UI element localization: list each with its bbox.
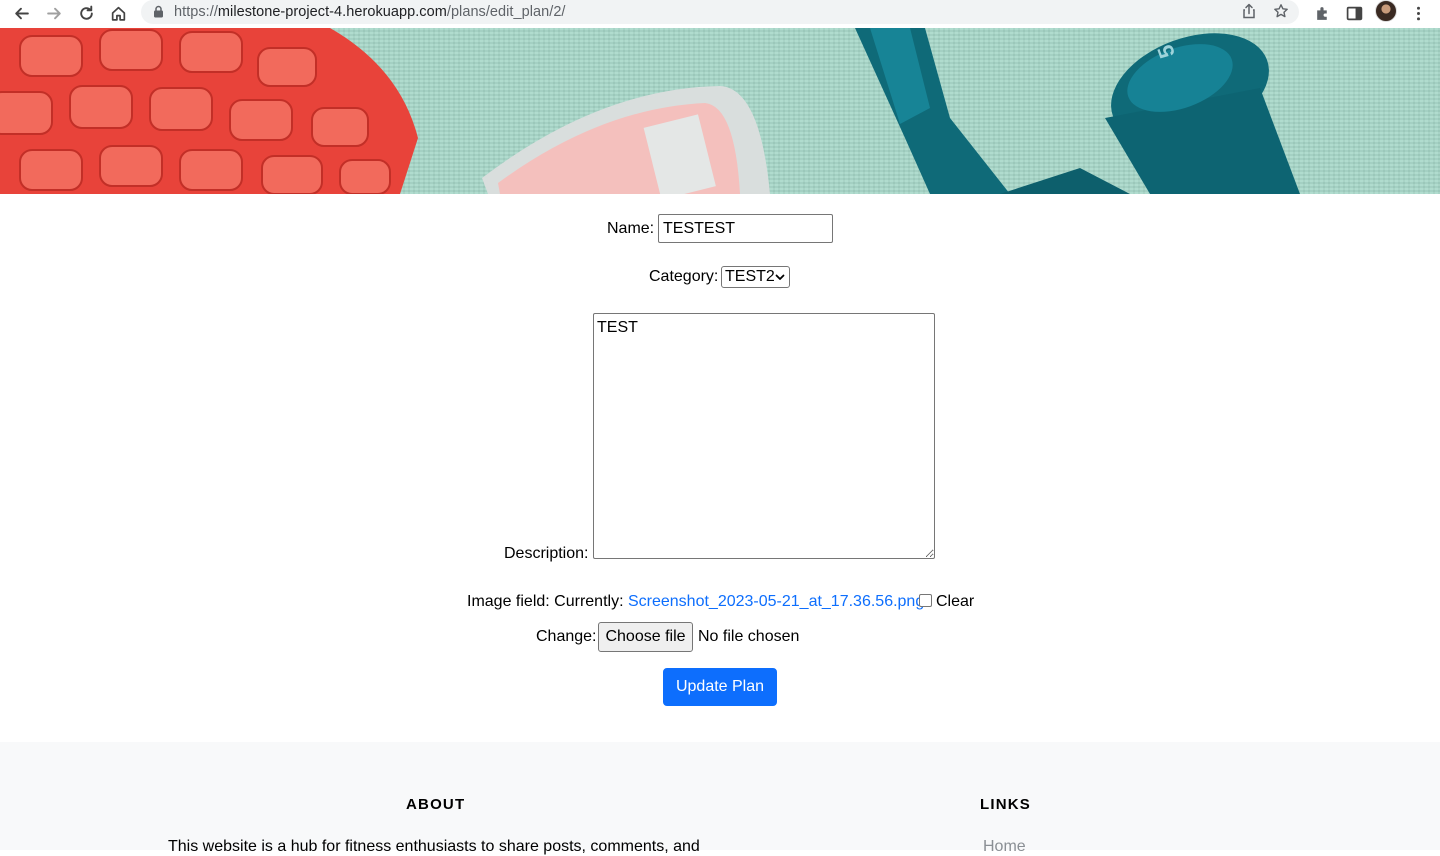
profile-avatar[interactable] — [1375, 0, 1397, 22]
choose-file-button[interactable]: Choose file — [598, 622, 693, 652]
image-field-row: Image field: Currently: Screenshot_2023-… — [467, 592, 924, 612]
footer-about-heading: ABOUT — [406, 796, 466, 813]
update-plan-button[interactable]: Update Plan — [663, 668, 777, 706]
reload-icon[interactable] — [75, 2, 97, 24]
share-icon[interactable] — [1241, 3, 1259, 21]
lock-icon — [154, 5, 163, 18]
category-selected-value: TEST2 — [725, 268, 775, 285]
bookmark-star-icon[interactable] — [1273, 3, 1291, 21]
footer-links-heading: LINKS — [980, 796, 1031, 813]
home-icon[interactable] — [107, 2, 129, 24]
clear-label: Clear — [936, 593, 975, 610]
back-arrow-icon[interactable] — [10, 2, 32, 24]
name-label: Name: — [607, 220, 655, 237]
ankle-weight-icon — [482, 86, 770, 194]
address-bar[interactable]: https://milestone-project-4.herokuapp.co… — [141, 0, 1299, 24]
footer-about-text: This website is a hub for fitness enthus… — [168, 838, 700, 855]
more-menu-icon[interactable] — [1407, 2, 1429, 24]
category-label: Category: — [649, 268, 719, 285]
currently-label: Currently: — [554, 593, 624, 610]
foam-roller-icon — [0, 28, 418, 194]
current-image-link[interactable]: Screenshot_2023-05-21_at_17.36.56.png — [628, 593, 924, 610]
image-field-label: Image field: — [467, 593, 550, 610]
extensions-puzzle-icon[interactable] — [1311, 2, 1333, 24]
side-panel-icon[interactable] — [1343, 2, 1365, 24]
forward-arrow-icon[interactable] — [43, 2, 65, 24]
url-text: https://milestone-project-4.herokuapp.co… — [174, 4, 566, 20]
description-label: Description: — [504, 545, 589, 562]
footer-link-home[interactable]: Home — [983, 838, 1026, 856]
site-footer: ABOUT This website is a hub for fitness … — [0, 742, 1440, 855]
chevron-down-icon — [775, 274, 785, 280]
browser-toolbar: https://milestone-project-4.herokuapp.co… — [0, 0, 1440, 28]
name-input[interactable] — [658, 214, 833, 243]
description-textarea[interactable]: TEST — [593, 313, 935, 559]
dumbbell-icon: 5 — [855, 28, 1300, 194]
clear-image-checkbox[interactable] — [919, 594, 932, 607]
no-file-chosen-text: No file chosen — [698, 628, 800, 645]
category-select[interactable]: TEST2 — [721, 266, 790, 288]
hero-banner-image: 5 — [0, 28, 1440, 194]
edit-plan-form: Name: Category: TEST2 Description: TEST … — [0, 194, 1440, 742]
change-label: Change: — [536, 628, 597, 645]
